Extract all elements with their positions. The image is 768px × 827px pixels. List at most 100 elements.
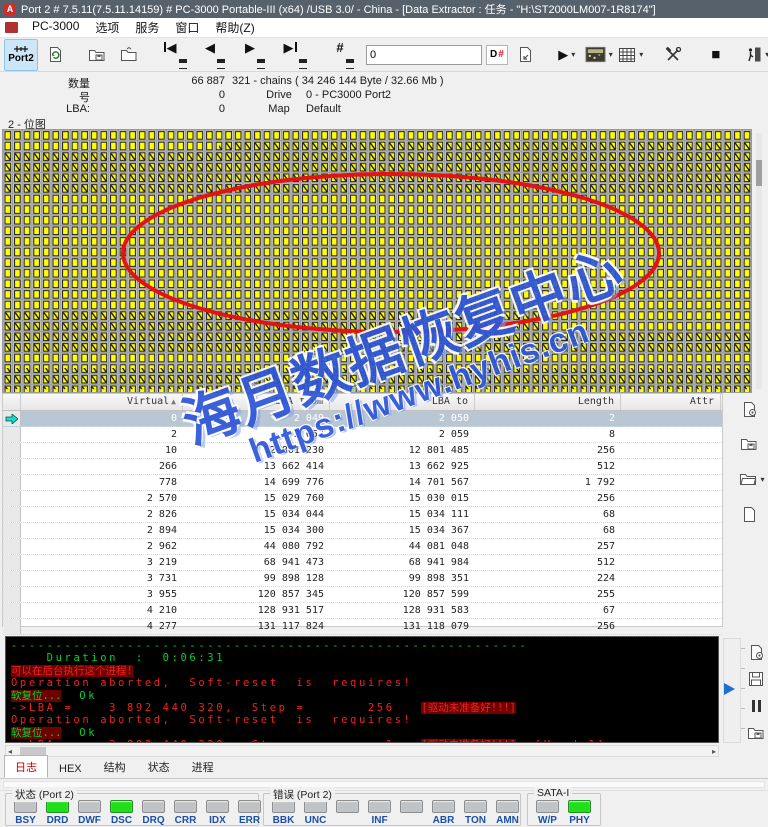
table-row[interactable]: 2 962 44 080 792 44 081 048 257 [3,539,722,555]
tab-日志[interactable]: 日志 [4,755,48,778]
log-hscroll-thumb[interactable] [20,747,46,755]
load-map-button[interactable] [114,40,144,70]
goto-number-button[interactable]: # [326,38,364,72]
table-new-button[interactable] [737,502,761,526]
row-header-cell[interactable] [3,523,21,538]
table-row[interactable]: 266 13 662 414 13 662 925 512 [3,459,722,475]
table-row[interactable]: 2 2 052 2 059 8 [3,427,722,443]
stop-icon: ■ [711,46,721,63]
folder-save-icon [748,728,764,739]
menu-item-[interactable]: 窗口 [167,18,207,37]
tab-状态[interactable]: 状态 [137,755,181,778]
tab-进程[interactable]: 进程 [181,755,225,778]
column-header-lba-from[interactable]: LBA from [183,394,330,410]
tab-结构[interactable]: 结构 [93,755,137,778]
bitmap-scrollbar-thumb[interactable] [756,160,762,186]
log-pause-button[interactable] [744,694,768,718]
row-header-cell[interactable] [3,587,21,602]
menu-item-[interactable]: 选项 [87,18,127,37]
title-bar: A Port 2 # 7.5.11(7.5.11.14159) # PC-300… [0,0,768,18]
column-header-virtual[interactable]: Virtual ▲ [21,394,183,410]
sector-bitmap[interactable] [2,129,752,393]
row-header-cell[interactable] [3,507,21,522]
cell: 12 801 485 [408,445,469,456]
log-settings-button[interactable] [744,640,768,664]
table-row[interactable]: 3 955 120 857 345 120 857 599 255 [3,587,722,603]
column-header-attr[interactable]: Attr [621,394,721,410]
row-header-cell[interactable] [3,475,21,490]
row-header-cell[interactable] [3,571,21,586]
row-header-cell[interactable] [3,427,21,442]
decimal-hash-button[interactable]: D # [486,44,508,65]
row-header-cell[interactable] [3,603,21,618]
row-header-cell[interactable] [3,539,21,554]
led-abr: ABR [432,800,455,826]
cell: 12 801 230 [263,445,324,456]
menu-app-icon [5,22,18,33]
table-row[interactable]: 2 894 15 034 300 15 034 367 68 [3,523,722,539]
exit-button[interactable]: ▾ [743,40,768,70]
task-info-panel: 数量 66 887 321 - chains ( 34 246 144 Byte… [0,72,768,116]
table-row[interactable]: 4 277 131 117 824 131 118 079 256 [3,619,722,635]
table-row[interactable]: 2 570 15 029 760 15 030 015 256 [3,491,722,507]
cell: 14 699 776 [263,477,324,488]
cell: 2 [170,429,177,440]
chevron-down-icon: ▾ [639,50,644,59]
start-button[interactable]: ▶ ▾ [552,40,582,70]
port2-button[interactable]: Port2 [4,38,38,71]
column-header-length[interactable]: Length [475,394,621,410]
log-text: [Head-1] [535,739,606,742]
last-record-button[interactable]: ▶ [276,38,314,72]
table-row[interactable]: 778 14 699 776 14 701 567 1 792 [3,475,722,491]
log-line: ->LBA = 3 892 440 320, Step = 1 [驱动未准备好!… [11,739,713,742]
map-view-button[interactable]: ▾ [584,40,614,70]
table-row[interactable]: 4 210 128 931 517 128 931 583 67 [3,603,722,619]
table-row[interactable]: 10 12 801 230 12 801 485 256 [3,443,722,459]
menu-item-[interactable]: 服务 [127,18,167,37]
grid-view-button[interactable]: ▾ [616,40,646,70]
column-header-lba-to[interactable]: LBA to [330,394,475,410]
app-icon: A [4,3,16,15]
led-label: PHY [569,815,590,826]
row-header-cell[interactable] [3,459,21,474]
table-row[interactable]: 3 219 68 941 473 68 941 984 512 [3,555,722,571]
cell: 2 059 [438,429,469,440]
stop-button[interactable]: ■ [701,40,731,70]
scroll-right-icon[interactable]: ▸ [712,747,718,756]
next-record-button[interactable]: ▶ [236,38,274,72]
log-slider-thumb[interactable] [724,683,735,695]
led-dwf: DWF [78,800,101,826]
cell: 128 931 517 [257,605,324,616]
menu-item-pc3000[interactable]: PC-3000 [24,18,87,37]
goto-page-button[interactable] [510,40,540,70]
folder-save-icon [741,439,757,450]
row-header-cell[interactable] [3,411,21,426]
cell: 3 955 [146,589,177,600]
row-header-cell[interactable] [3,555,21,570]
cell: 4 277 [146,621,177,632]
table-save-button[interactable] [737,432,761,456]
menu-item-z[interactable]: 帮助(Z) [207,18,262,37]
prev-record-button[interactable]: ◀ [196,38,234,72]
table-row[interactable]: 2 826 15 034 044 15 034 111 68 [3,507,722,523]
first-record-button[interactable]: ◀ [156,38,194,72]
log-save-button[interactable] [744,667,768,691]
status-group-label: 错误 (Port 2) [270,787,335,802]
row-header-cell[interactable] [3,491,21,506]
log-export-button[interactable] [744,721,768,745]
tab-hex[interactable]: HEX [48,759,93,778]
log-text: Operation aborted, Soft-reset is require… [11,677,413,690]
table-row[interactable]: 3 731 99 898 128 99 898 351 224 [3,571,722,587]
save-map-button[interactable] [82,40,112,70]
sector-number-input[interactable] [366,44,482,65]
led-label: BSY [15,815,36,826]
refresh-button[interactable] [40,40,70,70]
table-open-button[interactable]: ▾ [737,467,767,491]
row-header-cell[interactable] [3,619,21,634]
stack-icon [257,58,265,69]
table-settings-button[interactable] [737,397,761,421]
table-row[interactable]: 0 2 049 2 050 2 [3,411,722,427]
utility-tools-button[interactable] [659,40,689,70]
row-header-cell[interactable] [3,443,21,458]
tools-icon [665,46,682,61]
